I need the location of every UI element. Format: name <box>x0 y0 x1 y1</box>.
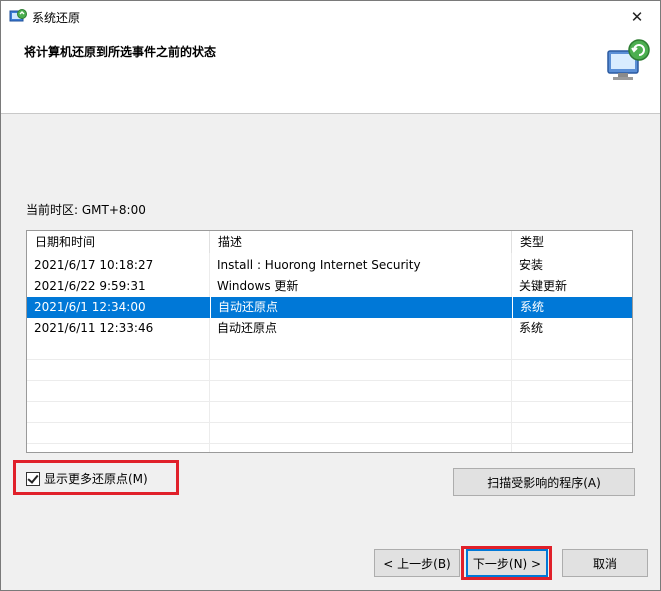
sort-ascending-icon: ^ <box>359 230 367 238</box>
row-description: Windows 更新 <box>217 279 299 293</box>
system-restore-window: 系统还原 ✕ 将计算机还原到所选事件之前的状态 当前时区: GMT+8:00 日… <box>0 0 661 591</box>
restore-points-list[interactable]: 日期和时间 描述 ^ 类型 2021/6/17 10:18:27 Install… <box>26 230 633 453</box>
table-row[interactable]: 2021/6/17 10:18:27 Install : Huorong Int… <box>27 255 632 276</box>
table-row-selected[interactable]: 2021/6/1 12:34:00 自动还原点 系统 <box>27 297 632 318</box>
row-date: 2021/6/1 12:34:00 <box>34 300 146 314</box>
wizard-header: 将计算机还原到所选事件之前的状态 <box>1 33 660 114</box>
scan-affected-programs-button[interactable]: 扫描受影响的程序(A) <box>453 468 635 496</box>
close-button[interactable]: ✕ <box>614 1 660 32</box>
row-date: 2021/6/11 12:33:46 <box>34 321 154 335</box>
cancel-button[interactable]: 取消 <box>562 549 648 577</box>
row-description: 自动还原点 <box>210 297 512 318</box>
timezone-label: 当前时区: GMT+8:00 <box>26 203 146 217</box>
column-header-type[interactable]: 类型 <box>512 231 632 253</box>
highlight-box-checkbox <box>13 460 179 495</box>
row-type: 系统 <box>519 321 544 335</box>
page-title: 将计算机还原到所选事件之前的状态 <box>24 45 217 59</box>
system-restore-icon <box>9 9 27 22</box>
column-header-date[interactable]: 日期和时间 <box>27 231 210 253</box>
row-date: 2021/6/17 10:18:27 <box>34 258 154 272</box>
title-bar: 系统还原 ✕ <box>1 1 660 33</box>
restore-computer-icon <box>607 39 650 80</box>
row-date: 2021/6/22 9:59:31 <box>34 279 146 293</box>
row-type: 安装 <box>519 258 544 272</box>
row-type: 系统 <box>512 297 632 318</box>
table-row[interactable]: 2021/6/11 12:33:46 自动还原点 系统 <box>27 318 632 339</box>
row-description: Install : Huorong Internet Security <box>217 258 421 272</box>
table-row[interactable]: 2021/6/22 9:59:31 Windows 更新 关键更新 <box>27 276 632 297</box>
close-icon: ✕ <box>630 7 644 26</box>
back-button[interactable]: < 上一步(B) <box>374 549 460 577</box>
window-title: 系统还原 <box>32 11 81 25</box>
highlight-box-next <box>461 546 552 580</box>
row-description: 自动还原点 <box>217 321 278 335</box>
row-type: 关键更新 <box>519 279 568 293</box>
